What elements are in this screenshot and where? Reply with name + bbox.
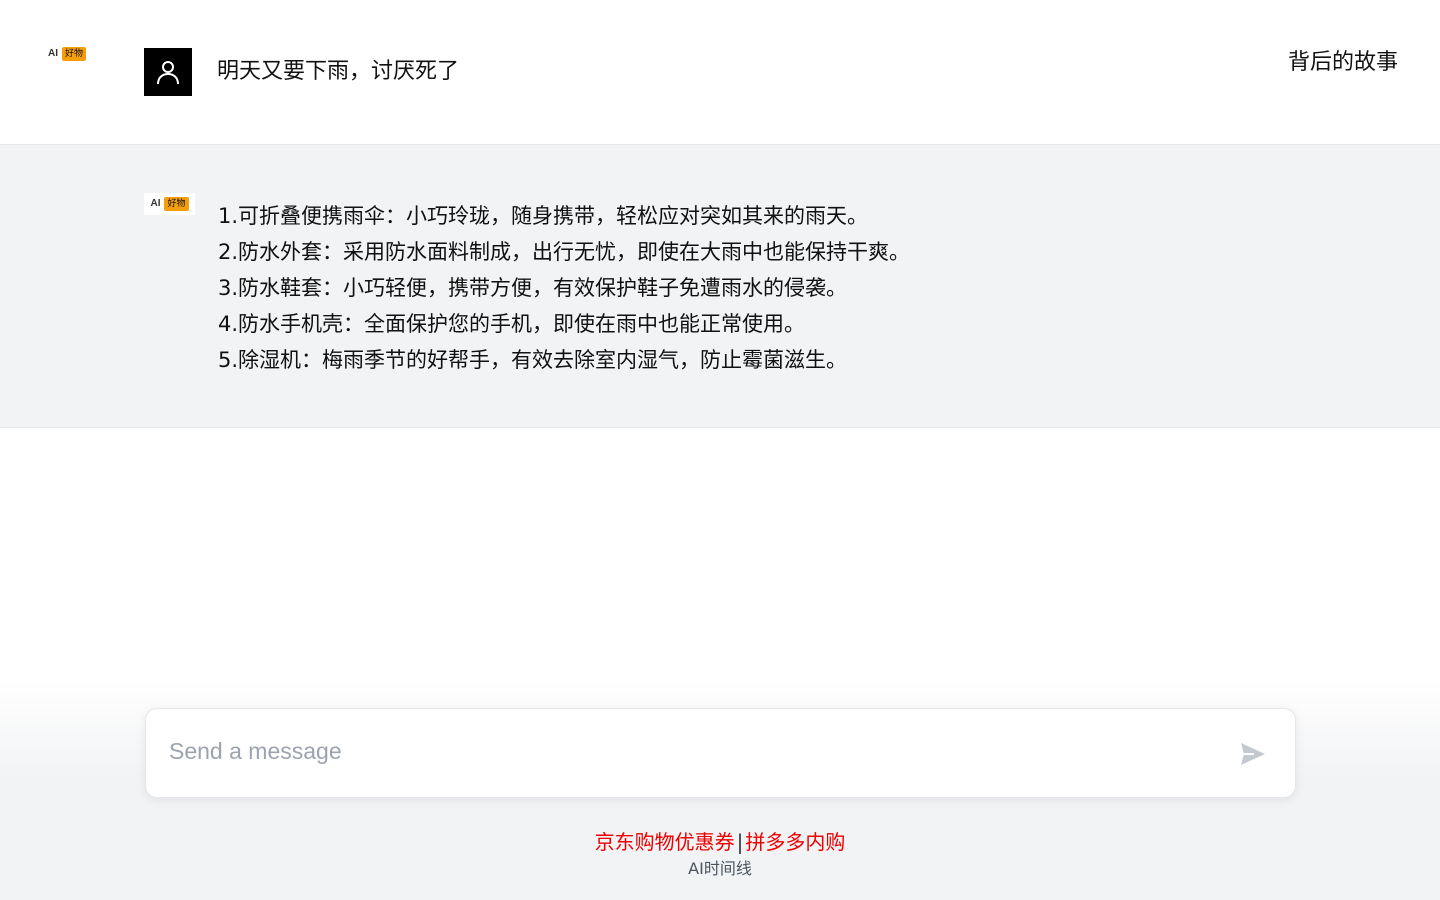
logo-ai-text: AI (48, 48, 58, 59)
send-icon (1241, 743, 1265, 765)
assistant-line: 2.防水外套：采用防水面料制成，出行无忧，即使在大雨中也能保持干爽。 (218, 240, 911, 264)
message-composer (145, 708, 1296, 798)
assistant-avatar: AI 好物 (144, 193, 195, 215)
user-message-text: 明天又要下雨，讨厌死了 (217, 59, 460, 84)
logo-badge: 好物 (62, 47, 87, 61)
assistant-avatar-ai-text: AI (150, 198, 161, 209)
send-button[interactable] (1236, 737, 1270, 771)
assistant-avatar-badge: 好物 (164, 197, 189, 211)
pdd-link[interactable]: 拼多多内购 (745, 830, 845, 854)
user-message-row: 明天又要下雨，讨厌死了 (0, 0, 1440, 145)
assistant-line: 4.防水手机壳：全面保护您的手机，即使在雨中也能正常使用。 (218, 312, 806, 336)
brand-logo[interactable]: AI 好物 (48, 47, 87, 61)
assistant-line: 1.可折叠便携雨伞：小巧玲珑，随身携带，轻松应对突如其来的雨天。 (218, 204, 869, 228)
jd-coupon-link[interactable]: 京东购物优惠券 (595, 830, 735, 854)
chat-page: 明天又要下雨，讨厌死了 AI 好物 背后的故事 AI 好物 1.可折叠便携雨伞：… (0, 0, 1440, 900)
assistant-message-row: AI 好物 1.可折叠便携雨伞：小巧玲珑，随身携带，轻松应对突如其来的雨天。 2… (0, 145, 1440, 428)
assistant-line: 3.防水鞋套：小巧轻便，携带方便，有效保护鞋子免遭雨水的侵袭。 (218, 276, 848, 300)
footer-separator: | (736, 830, 744, 854)
assistant-line: 5.除湿机：梅雨季节的好帮手，有效去除室内湿气，防止霉菌滋生。 (218, 348, 848, 372)
message-input[interactable] (169, 735, 1209, 775)
user-icon (157, 61, 179, 85)
footer-links: 京东购物优惠券 | 拼多多内购 (0, 828, 1440, 856)
footer-subtext[interactable]: AI时间线 (0, 858, 1440, 880)
assistant-message-text: 1.可折叠便携雨伞：小巧玲珑，随身携带，轻松应对突如其来的雨天。 2.防水外套：… (218, 198, 910, 378)
story-link[interactable]: 背后的故事 (1288, 44, 1398, 76)
user-avatar (144, 48, 192, 96)
